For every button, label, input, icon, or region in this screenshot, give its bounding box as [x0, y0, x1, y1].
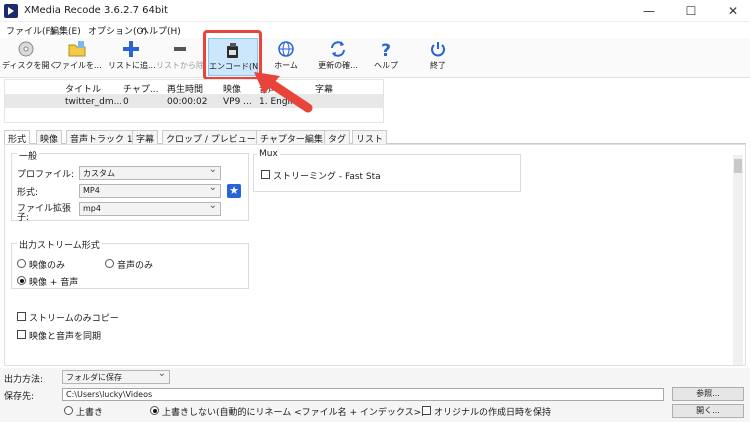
title-bar: XMedia Recode 3.6.2.7 64bit — ☐ ✕ [0, 0, 750, 22]
col-duration[interactable]: 再生時間 [167, 82, 203, 95]
window-title: XMedia Recode 3.6.2.7 64bit [24, 5, 168, 16]
tab-audio-track[interactable]: 音声トラック 1 [66, 130, 137, 145]
output-stream-label: 出力ストリーム形式 [17, 238, 102, 251]
scrollbar-thumb[interactable] [734, 159, 742, 173]
tab-subtitle[interactable]: 字幕 [132, 130, 159, 145]
maximize-button[interactable]: ☐ [676, 2, 706, 20]
open-button[interactable]: 開く... [672, 404, 744, 418]
extension-select[interactable]: mp4 [79, 200, 221, 216]
audio-only-radio[interactable] [105, 259, 114, 268]
mux-label: Mux [257, 149, 280, 159]
add-to-list-button[interactable]: リストに追... [108, 38, 156, 76]
format-label: 形式: [17, 188, 39, 198]
favorite-star-icon[interactable]: ★ [227, 184, 241, 198]
check-update-button[interactable]: 更新の確... [314, 38, 362, 76]
extension-label-suffix: 子: [17, 213, 30, 223]
menu-bar: ファイル(F) 編集(E) オプション(O) ヘルプ(H) [0, 22, 750, 38]
open-file-button[interactable]: ファイルを... [54, 38, 102, 76]
file-list[interactable]: タイトル チャプ... 再生時間 映像 音声 字幕 twitter_dm....… [4, 79, 384, 123]
general-label: 一般 [17, 149, 40, 162]
output-method-label: 出力方法: [4, 375, 44, 385]
menu-file[interactable]: ファイル(F) [6, 24, 54, 37]
folder-icon [68, 41, 86, 57]
plus-icon [123, 41, 139, 57]
svg-text:?: ? [381, 41, 391, 58]
save-path-input[interactable]: C:\Users\lucky\Videos [62, 388, 664, 401]
question-icon: ? [381, 41, 391, 58]
streaming-label: ストリーミング - Fast Sta [273, 172, 381, 182]
app-icon [4, 4, 18, 18]
tab-list[interactable]: リスト [352, 130, 388, 145]
keep-date-label: オリジナルの作成日時を保持 [434, 408, 552, 418]
no-overwrite-radio[interactable] [150, 406, 159, 415]
video-only-label: 映像のみ [29, 261, 66, 271]
output-section: 出力方法: フォルダに保存 保存先: C:\Users\lucky\Videos… [0, 368, 750, 422]
annotation-arrow [254, 72, 313, 113]
sync-av-label: 映像と音声を同期 [29, 332, 102, 342]
file-list-header: タイトル チャプ... 再生時間 映像 音声 字幕 [5, 80, 383, 95]
audio-only-label: 音声のみ [117, 261, 154, 271]
panel-scrollbar[interactable] [733, 155, 743, 365]
tab-video[interactable]: 映像 [36, 130, 63, 145]
col-video[interactable]: 映像 [223, 82, 241, 95]
minus-icon [174, 47, 186, 51]
power-icon [431, 42, 445, 57]
output-method-select[interactable]: フォルダに保存 [62, 368, 170, 384]
tab-crop-preview[interactable]: クロップ / プレビュー [162, 130, 260, 145]
tab-tags[interactable]: タグ [324, 130, 351, 145]
help-button[interactable]: ? ヘルプ [366, 38, 406, 76]
streaming-checkbox[interactable] [261, 170, 270, 179]
col-title[interactable]: タイトル [65, 82, 101, 95]
menu-options[interactable]: オプション(O) [88, 24, 147, 37]
keep-date-checkbox[interactable] [422, 406, 431, 415]
col-chapter[interactable]: チャプ... [123, 82, 159, 95]
save-to-label: 保存先: [4, 392, 35, 402]
refresh-icon [331, 41, 345, 57]
video-only-radio[interactable] [17, 259, 26, 268]
remove-from-list-button[interactable]: リストから除 [156, 38, 204, 76]
video-audio-label: 映像 + 音声 [29, 278, 79, 288]
overwrite-radio[interactable] [64, 406, 73, 415]
exit-button[interactable]: 終了 [418, 38, 458, 76]
disc-icon [18, 41, 34, 57]
globe-icon [278, 41, 294, 57]
stream-copy-checkbox[interactable] [17, 312, 26, 321]
menu-help[interactable]: ヘルプ(H) [140, 24, 181, 37]
tab-chapter-edit[interactable]: チャプター編集 [256, 130, 327, 145]
settings-tabs: 形式 映像 音声トラック 1 字幕 クロップ / プレビュー チャプター編集 タ… [4, 130, 746, 145]
no-overwrite-label: 上書きしない(自動的にリネーム <ファイル名 + インデックス>) [162, 408, 425, 418]
browse-button[interactable]: 参照... [672, 387, 744, 401]
open-disc-button[interactable]: ディスクを開く [2, 38, 57, 76]
sync-av-checkbox[interactable] [17, 330, 26, 339]
video-audio-radio[interactable] [17, 276, 26, 285]
table-row[interactable]: twitter_dm.... 0 00:00:02 VP9 ... 1. Eng… [5, 95, 383, 108]
minimize-button[interactable]: — [634, 2, 664, 20]
format-select[interactable]: MP4 [79, 182, 221, 198]
tab-format[interactable]: 形式 [4, 130, 31, 145]
format-panel: 一般 プロファイル: カスタム 形式: MP4 ★ ファイル拡張 子: mp4 … [4, 144, 746, 366]
toolbar: ディスクを開く ファイルを... リストに追... リストから除 エンコード(N… [0, 38, 750, 78]
profile-label: プロファイル: [17, 170, 75, 180]
profile-select[interactable]: カスタム [79, 164, 221, 180]
stream-copy-label: ストリームのみコピー [29, 314, 119, 324]
close-button[interactable]: ✕ [718, 2, 748, 20]
menu-edit[interactable]: 編集(E) [50, 24, 81, 37]
overwrite-label: 上書き [76, 408, 104, 418]
